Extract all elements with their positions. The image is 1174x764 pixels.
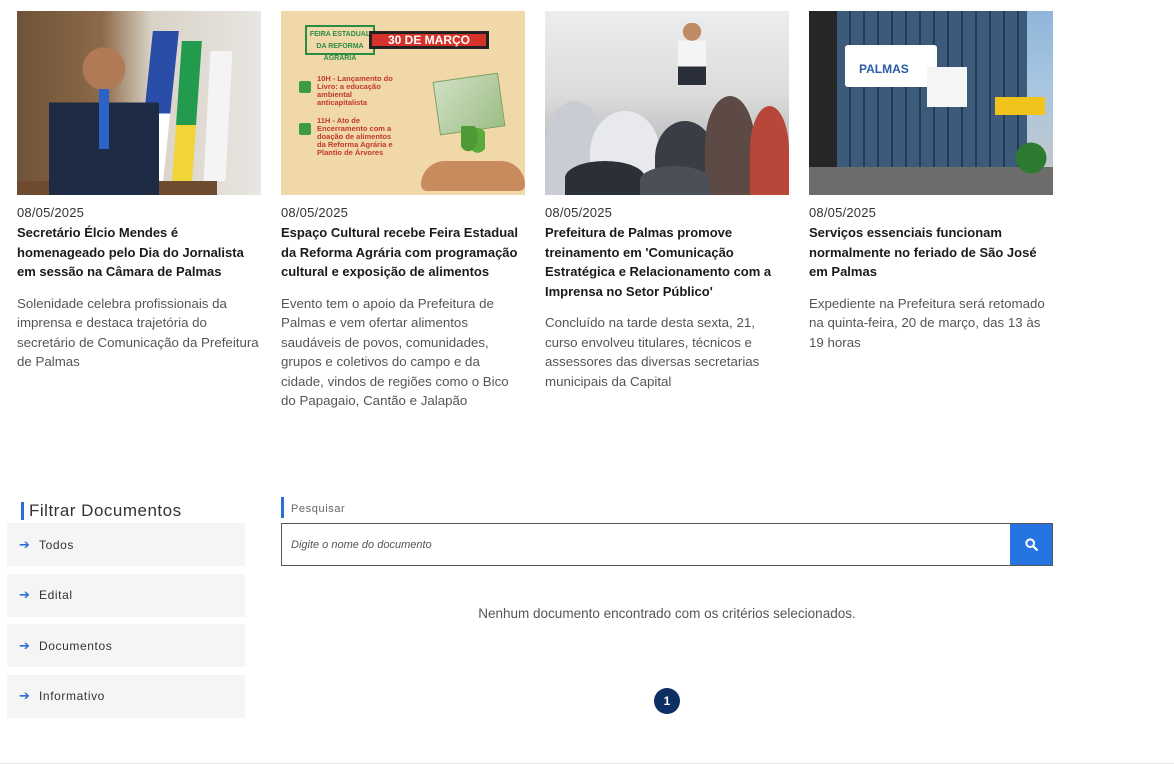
filter-item-todos[interactable]: ➔ Todos — [7, 523, 245, 566]
poster-logo: FEIRA ESTADUAL DA REFORMA AGRÁRIA — [305, 25, 375, 62]
filter-item-label: Edital — [39, 588, 73, 602]
calendar-icon — [299, 81, 311, 93]
filter-title: Filtrar Documentos — [21, 502, 182, 520]
search-icon — [1024, 538, 1038, 551]
calendar-icon — [299, 123, 311, 135]
poster-event-1: 10H - Lançamento do Livro: a educação am… — [317, 74, 393, 107]
filter-list: ➔ Todos ➔ Edital ➔ Documentos ➔ Informat… — [7, 523, 245, 725]
news-list: 08/05/2025 Secretário Élcio Mendes é hom… — [17, 11, 1053, 411]
poster-banner: 30 DE MARÇO — [369, 31, 489, 49]
filter-item-edital[interactable]: ➔ Edital — [7, 573, 245, 617]
news-card[interactable]: PALMAS 08/05/2025 Serviços essenciais fu… — [809, 11, 1053, 411]
poster-event-2: 11H - Ato de Encerramento com a doação d… — [317, 116, 393, 157]
filter-item-documentos[interactable]: ➔ Documentos — [7, 624, 245, 667]
search-button[interactable] — [1010, 524, 1052, 565]
sprout-icon — [461, 126, 485, 162]
filter-item-label: Documentos — [39, 638, 113, 653]
news-summary: Concluído na tarde desta sexta, 21, curs… — [545, 315, 760, 389]
news-card[interactable]: 08/05/2025 Secretário Élcio Mendes é hom… — [17, 11, 261, 411]
news-summary: Solenidade celebra profissionais da impr… — [17, 295, 259, 370]
filter-item-informativo[interactable]: ➔ Informativo — [7, 674, 245, 718]
building-sign: PALMAS — [845, 45, 937, 87]
news-date: 08/05/2025 — [281, 205, 349, 220]
search-label: Pesquisar — [281, 497, 345, 518]
search-box — [281, 523, 1053, 566]
news-image[interactable] — [17, 11, 261, 195]
news-image[interactable] — [545, 11, 789, 195]
news-title[interactable]: Serviços essenciais funcionam normalment… — [809, 223, 1053, 282]
news-summary: Evento tem o apoio da Prefeitura de Palm… — [281, 295, 509, 409]
news-card[interactable]: FEIRA ESTADUAL DA REFORMA AGRÁRIA 30 DE … — [281, 11, 525, 411]
news-title[interactable]: Secretário Élcio Mendes é homenageado pe… — [17, 223, 261, 282]
arrow-right-icon: ➔ — [19, 587, 31, 602]
arrow-right-icon: ➔ — [19, 637, 31, 653]
search-input[interactable] — [282, 524, 1010, 565]
pagination-page-1[interactable]: 1 — [654, 688, 680, 714]
arrow-right-icon: ➔ — [19, 688, 31, 703]
news-date: 08/05/2025 — [545, 205, 613, 220]
filter-item-label: Informativo — [39, 689, 105, 703]
news-title[interactable]: Espaço Cultural recebe Feira Estadual da… — [281, 223, 525, 282]
news-image[interactable]: FEIRA ESTADUAL DA REFORMA AGRÁRIA 30 DE … — [281, 11, 525, 195]
news-date: 08/05/2025 — [809, 205, 877, 220]
news-title[interactable]: Prefeitura de Palmas promove treinamento… — [545, 223, 789, 301]
news-card[interactable]: 08/05/2025 Prefeitura de Palmas promove … — [545, 11, 789, 411]
filter-item-label: Todos — [39, 537, 75, 552]
news-date: 08/05/2025 — [17, 205, 85, 220]
arrow-right-icon: ➔ — [19, 536, 31, 552]
news-summary: Expediente na Prefeitura será retomado n… — [809, 295, 1045, 350]
news-image[interactable]: PALMAS — [809, 11, 1053, 195]
empty-results-message: Nenhum documento encontrado com os crité… — [478, 606, 856, 621]
